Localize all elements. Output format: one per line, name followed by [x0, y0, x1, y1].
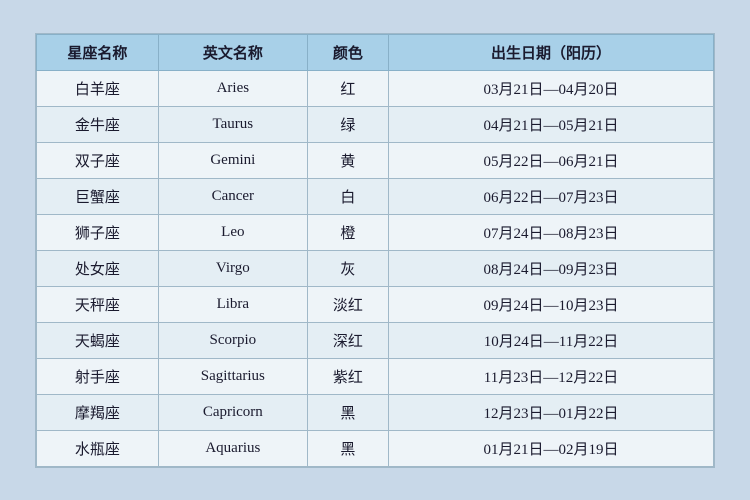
cell-color: 黑 — [307, 394, 388, 430]
cell-date: 07月24日—08月23日 — [389, 214, 714, 250]
table-row: 狮子座Leo橙07月24日—08月23日 — [37, 214, 714, 250]
cell-chinese: 白羊座 — [37, 70, 159, 106]
cell-color: 红 — [307, 70, 388, 106]
cell-english: Scorpio — [158, 322, 307, 358]
cell-chinese: 双子座 — [37, 142, 159, 178]
zodiac-table: 星座名称 英文名称 颜色 出生日期（阳历） 白羊座Aries红03月21日—04… — [36, 34, 714, 467]
cell-color: 白 — [307, 178, 388, 214]
table-row: 射手座Sagittarius紫红11月23日—12月22日 — [37, 358, 714, 394]
cell-date: 08月24日—09月23日 — [389, 250, 714, 286]
table-row: 天蝎座Scorpio深红10月24日—11月22日 — [37, 322, 714, 358]
header-color: 颜色 — [307, 34, 388, 70]
cell-color: 灰 — [307, 250, 388, 286]
table-row: 天秤座Libra淡红09月24日—10月23日 — [37, 286, 714, 322]
table-row: 水瓶座Aquarius黑01月21日—02月19日 — [37, 430, 714, 466]
cell-english: Libra — [158, 286, 307, 322]
cell-english: Virgo — [158, 250, 307, 286]
cell-color: 淡红 — [307, 286, 388, 322]
cell-chinese: 射手座 — [37, 358, 159, 394]
cell-date: 03月21日—04月20日 — [389, 70, 714, 106]
table-row: 处女座Virgo灰08月24日—09月23日 — [37, 250, 714, 286]
zodiac-table-container: 星座名称 英文名称 颜色 出生日期（阳历） 白羊座Aries红03月21日—04… — [35, 33, 715, 468]
cell-english: Capricorn — [158, 394, 307, 430]
cell-english: Aquarius — [158, 430, 307, 466]
cell-color: 紫红 — [307, 358, 388, 394]
table-body: 白羊座Aries红03月21日—04月20日金牛座Taurus绿04月21日—0… — [37, 70, 714, 466]
header-date: 出生日期（阳历） — [389, 34, 714, 70]
cell-english: Aries — [158, 70, 307, 106]
header-english: 英文名称 — [158, 34, 307, 70]
cell-color: 橙 — [307, 214, 388, 250]
cell-chinese: 狮子座 — [37, 214, 159, 250]
cell-date: 04月21日—05月21日 — [389, 106, 714, 142]
cell-english: Cancer — [158, 178, 307, 214]
cell-english: Taurus — [158, 106, 307, 142]
cell-chinese: 摩羯座 — [37, 394, 159, 430]
table-row: 摩羯座Capricorn黑12月23日—01月22日 — [37, 394, 714, 430]
cell-date: 09月24日—10月23日 — [389, 286, 714, 322]
table-header-row: 星座名称 英文名称 颜色 出生日期（阳历） — [37, 34, 714, 70]
cell-chinese: 天蝎座 — [37, 322, 159, 358]
cell-color: 黄 — [307, 142, 388, 178]
cell-english: Leo — [158, 214, 307, 250]
header-chinese: 星座名称 — [37, 34, 159, 70]
table-row: 双子座Gemini黄05月22日—06月21日 — [37, 142, 714, 178]
cell-chinese: 巨蟹座 — [37, 178, 159, 214]
table-row: 巨蟹座Cancer白06月22日—07月23日 — [37, 178, 714, 214]
cell-english: Gemini — [158, 142, 307, 178]
cell-color: 绿 — [307, 106, 388, 142]
cell-color: 黑 — [307, 430, 388, 466]
cell-date: 10月24日—11月22日 — [389, 322, 714, 358]
cell-date: 01月21日—02月19日 — [389, 430, 714, 466]
cell-date: 11月23日—12月22日 — [389, 358, 714, 394]
cell-color: 深红 — [307, 322, 388, 358]
cell-date: 12月23日—01月22日 — [389, 394, 714, 430]
cell-chinese: 水瓶座 — [37, 430, 159, 466]
cell-chinese: 金牛座 — [37, 106, 159, 142]
cell-english: Sagittarius — [158, 358, 307, 394]
table-row: 白羊座Aries红03月21日—04月20日 — [37, 70, 714, 106]
cell-chinese: 天秤座 — [37, 286, 159, 322]
cell-date: 06月22日—07月23日 — [389, 178, 714, 214]
cell-chinese: 处女座 — [37, 250, 159, 286]
cell-date: 05月22日—06月21日 — [389, 142, 714, 178]
table-row: 金牛座Taurus绿04月21日—05月21日 — [37, 106, 714, 142]
